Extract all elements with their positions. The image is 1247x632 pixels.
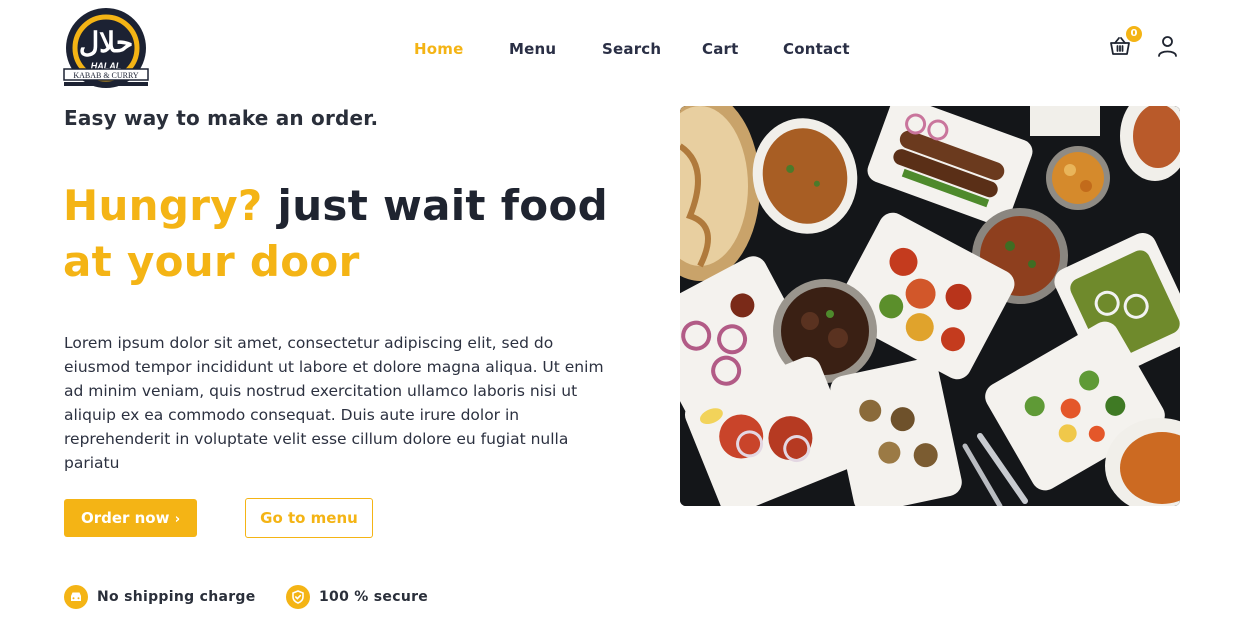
nav-item-cart[interactable]: Cart xyxy=(702,40,739,58)
hero-headline: Hungry? just wait food at your door xyxy=(63,178,663,290)
chevron-right-icon: › xyxy=(174,512,181,527)
nav-item-contact[interactable]: Contact xyxy=(783,40,850,58)
car-icon xyxy=(64,585,88,609)
nav-item-search[interactable]: Search xyxy=(602,40,661,58)
user-icon[interactable] xyxy=(1157,35,1178,57)
go-to-menu-button[interactable]: Go to menu xyxy=(245,498,373,538)
nav-item-menu[interactable]: Menu xyxy=(509,40,556,58)
cart-count-badge: 0 xyxy=(1126,26,1142,42)
shield-icon xyxy=(286,585,310,609)
feature-label: No shipping charge xyxy=(97,589,256,605)
logo-subtitle: KABAB & CURRY xyxy=(73,71,139,80)
hero-food-image xyxy=(680,106,1180,506)
feature-label: 100 % secure xyxy=(319,589,429,605)
feature-no-shipping: No shipping charge xyxy=(64,585,256,609)
order-now-label: Order now xyxy=(80,509,170,527)
feature-secure: 100 % secure xyxy=(286,585,428,609)
headline-door: at your door xyxy=(63,237,360,286)
hero-description: Lorem ipsum dolor sit amet, consectetur … xyxy=(64,334,604,472)
main-nav: Home Menu Search Cart Contact xyxy=(0,40,1247,60)
headline-middle: just wait food xyxy=(262,181,608,230)
hero-tagline: Easy way to make an order. xyxy=(64,106,379,130)
headline-hungry: Hungry? xyxy=(63,181,263,230)
nav-item-home[interactable]: Home xyxy=(414,40,463,58)
order-now-button[interactable]: Order now › xyxy=(64,499,197,537)
